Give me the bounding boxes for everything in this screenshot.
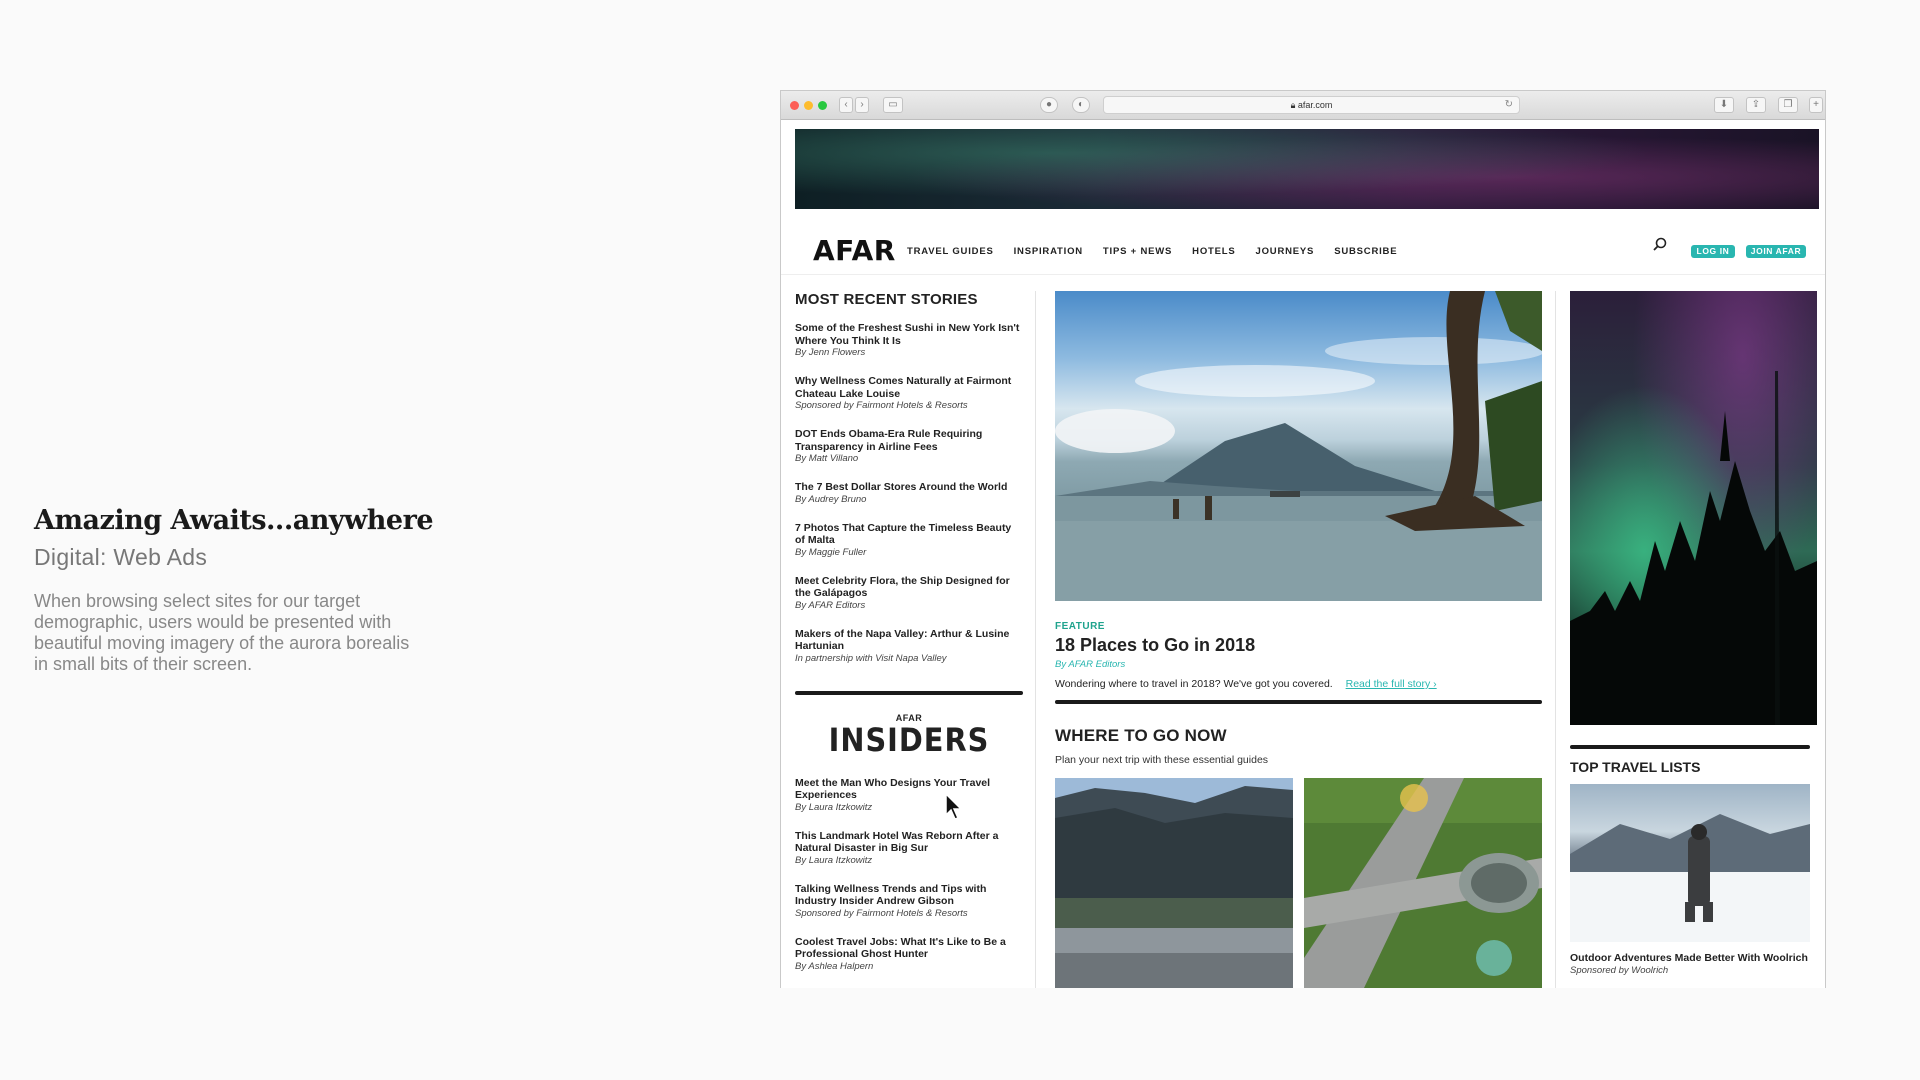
aurora-sidebar-ad[interactable] bbox=[1570, 291, 1817, 725]
lock-icon: 🔒︎ bbox=[1290, 100, 1296, 110]
new-tab-icon[interactable]: + bbox=[1809, 97, 1823, 113]
insiders-logo[interactable]: INSIDERS bbox=[795, 723, 1023, 757]
column-divider bbox=[1555, 291, 1556, 988]
story-byline: By AFAR Editors bbox=[795, 599, 866, 611]
story-title[interactable]: Makers of the Napa Valley: Arthur & Lusi… bbox=[795, 628, 1023, 653]
tabs-icon[interactable]: ❐ bbox=[1778, 97, 1798, 113]
minimize-window-button[interactable] bbox=[804, 101, 813, 110]
feature-hero-image[interactable] bbox=[1055, 291, 1542, 601]
story-title[interactable]: 7 Photos That Capture the Timeless Beaut… bbox=[795, 522, 1023, 547]
where-to-go-subtitle: Plan your next trip with these essential… bbox=[1055, 754, 1269, 766]
story-byline: By Maggie Fuller bbox=[795, 546, 867, 558]
login-button[interactable]: LOG IN bbox=[1691, 245, 1735, 258]
story-title[interactable]: Why Wellness Comes Naturally at Fairmont… bbox=[795, 375, 1023, 400]
story-title[interactable]: The 7 Best Dollar Stores Around the Worl… bbox=[795, 481, 1023, 494]
info-icon[interactable]: ◐ bbox=[1072, 97, 1090, 113]
column-divider bbox=[1035, 291, 1036, 988]
insider-item[interactable]: Meet the Man Who Designs Your Travel Exp… bbox=[795, 777, 1023, 814]
feature-description: Wondering where to travel in 2018? We've… bbox=[1055, 678, 1542, 690]
story-title[interactable]: Meet Celebrity Flora, the Ship Designed … bbox=[795, 575, 1023, 600]
insider-title[interactable]: Talking Wellness Trends and Tips with In… bbox=[795, 883, 1023, 908]
feature-byline[interactable]: By AFAR Editors bbox=[1055, 659, 1542, 670]
story-item[interactable]: The 7 Best Dollar Stores Around the Worl… bbox=[795, 481, 1023, 506]
section-divider bbox=[1055, 700, 1542, 704]
nav-travel-guides[interactable]: TRAVEL GUIDES bbox=[907, 246, 994, 257]
read-full-story-link[interactable]: Read the full story › bbox=[1346, 678, 1437, 690]
nav-journeys[interactable]: JOURNEYS bbox=[1256, 246, 1315, 257]
mouse-cursor-icon bbox=[945, 792, 965, 826]
section-divider bbox=[795, 690, 1023, 695]
aurora-banner-ad[interactable] bbox=[795, 129, 1819, 209]
where-to-go-heading: WHERE TO GO NOW bbox=[1055, 726, 1227, 745]
close-window-button[interactable] bbox=[790, 101, 799, 110]
address-bar[interactable]: 🔒︎ afar.com ↻ bbox=[1103, 96, 1520, 114]
story-item[interactable]: Makers of the Napa Valley: Arthur & Lusi… bbox=[795, 628, 1023, 665]
story-title[interactable]: Some of the Freshest Sushi in New York I… bbox=[795, 322, 1023, 347]
url-text: afar.com bbox=[1297, 100, 1333, 110]
back-icon[interactable]: ‹ bbox=[839, 97, 853, 113]
maximize-window-button[interactable] bbox=[818, 101, 827, 110]
top-travel-title[interactable]: Outdoor Adventures Made Better With Wool… bbox=[1570, 952, 1819, 965]
story-title[interactable]: DOT Ends Obama-Era Rule Requiring Transp… bbox=[795, 428, 1023, 453]
feature-column: FEATURE 18 Places to Go in 2018 By AFAR … bbox=[1055, 291, 1542, 988]
feature-kicker: FEATURE bbox=[1055, 621, 1105, 632]
recent-stories-heading: MOST RECENT STORIES bbox=[795, 291, 978, 308]
right-column: TOP TRAVEL LISTS Outdoor Adventures Made… bbox=[1570, 291, 1819, 976]
recent-stories-column: MOST RECENT STORIES Some of the Freshest… bbox=[795, 291, 1023, 973]
insider-item[interactable]: This Landmark Hotel Was Reborn After a N… bbox=[795, 830, 1023, 867]
sidebar-icon[interactable]: ▭ bbox=[883, 97, 903, 113]
shield-icon[interactable]: ● bbox=[1040, 97, 1058, 113]
nav-inspiration[interactable]: INSPIRATION bbox=[1014, 246, 1083, 257]
nav-hotels[interactable]: HOTELS bbox=[1192, 246, 1235, 257]
insider-title[interactable]: Meet the Man Who Designs Your Travel Exp… bbox=[795, 777, 1023, 802]
story-byline: Sponsored by Fairmont Hotels & Resorts bbox=[795, 400, 968, 411]
insider-item[interactable]: Coolest Travel Jobs: What It's Like to B… bbox=[795, 936, 1023, 973]
story-byline: By Jenn Flowers bbox=[795, 347, 866, 358]
download-icon[interactable]: ⬇ bbox=[1714, 97, 1734, 113]
top-travel-photo[interactable] bbox=[1570, 784, 1810, 942]
insider-item[interactable]: Talking Wellness Trends and Tips with In… bbox=[795, 883, 1023, 920]
browser-toolbar: ‹ › ▭ ● ◐ 🔒︎ afar.com ↻ ⬇ ⇪ ❐ + bbox=[781, 91, 1825, 120]
insider-byline: By Laura Itzkowitz bbox=[795, 854, 873, 866]
story-item[interactable]: Some of the Freshest Sushi in New York I… bbox=[795, 322, 1023, 359]
insider-byline: Sponsored by Fairmont Hotels & Resorts bbox=[795, 907, 968, 919]
insider-title[interactable]: This Landmark Hotel Was Reborn After a N… bbox=[795, 830, 1023, 855]
browser-window: ‹ › ▭ ● ◐ 🔒︎ afar.com ↻ ⬇ ⇪ ❐ + AFAR TRA… bbox=[780, 90, 1826, 988]
story-byline: By Audrey Bruno bbox=[795, 493, 867, 505]
site-nav: AFAR TRAVEL GUIDES INSPIRATION TIPS + NE… bbox=[781, 217, 1825, 275]
insider-title[interactable]: Coolest Travel Jobs: What It's Like to B… bbox=[795, 936, 1023, 961]
reload-icon[interactable]: ↻ bbox=[1505, 97, 1513, 113]
insider-byline: By Ashlea Halpern bbox=[795, 960, 874, 972]
insider-byline: By Laura Itzkowitz bbox=[795, 801, 873, 813]
site-logo[interactable]: AFAR bbox=[813, 234, 896, 267]
nav-tips-news[interactable]: TIPS + NEWS bbox=[1103, 246, 1172, 257]
story-item[interactable]: DOT Ends Obama-Era Rule Requiring Transp… bbox=[795, 428, 1023, 465]
section-divider bbox=[1570, 745, 1810, 749]
story-byline: In partnership with Visit Napa Valley bbox=[795, 652, 947, 664]
forward-icon[interactable]: › bbox=[855, 97, 869, 113]
story-item[interactable]: Meet Celebrity Flora, the Ship Designed … bbox=[795, 575, 1023, 612]
presentation-subtitle: Digital: Web Ads bbox=[34, 544, 208, 570]
search-icon[interactable] bbox=[1653, 237, 1667, 256]
story-byline: By Matt Villano bbox=[795, 453, 859, 464]
guide-thumbnail-plaza[interactable] bbox=[1304, 778, 1542, 988]
top-travel-lists-heading: TOP TRAVEL LISTS bbox=[1570, 759, 1701, 775]
presentation-text: Amazing Awaits...anywhere Digital: Web A… bbox=[34, 505, 434, 675]
share-icon[interactable]: ⇪ bbox=[1746, 97, 1766, 113]
presentation-title: Amazing Awaits...anywhere bbox=[34, 505, 434, 536]
feature-title[interactable]: 18 Places to Go in 2018 bbox=[1055, 635, 1542, 656]
feature-desc-text: Wondering where to travel in 2018? We've… bbox=[1055, 678, 1333, 690]
top-travel-byline: Sponsored by Woolrich bbox=[1570, 964, 1669, 976]
join-button[interactable]: JOIN AFAR bbox=[1746, 245, 1806, 258]
story-item[interactable]: Why Wellness Comes Naturally at Fairmont… bbox=[795, 375, 1023, 412]
presentation-description: When browsing select sites for our targe… bbox=[34, 591, 410, 674]
story-item[interactable]: 7 Photos That Capture the Timeless Beaut… bbox=[795, 522, 1023, 559]
nav-subscribe[interactable]: SUBSCRIBE bbox=[1334, 246, 1397, 257]
guide-thumbnail-mountain-city[interactable] bbox=[1055, 778, 1293, 988]
